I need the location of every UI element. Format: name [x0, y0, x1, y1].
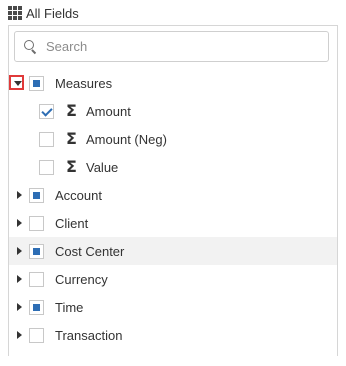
header-title: All Fields — [26, 5, 79, 21]
tree-row-amount[interactable]: Σ Amount — [9, 97, 337, 125]
checkbox-account[interactable] — [29, 188, 44, 203]
tree-row-currency[interactable]: Currency — [9, 265, 337, 293]
sigma-icon: Σ — [66, 129, 77, 148]
checkbox-currency[interactable] — [29, 272, 44, 287]
tree-label-account: Account — [55, 188, 102, 203]
sigma-icon: Σ — [66, 157, 77, 176]
field-panel-header: All Fields — [8, 5, 79, 21]
tree-row-client[interactable]: Client — [9, 209, 337, 237]
search-icon — [24, 39, 38, 54]
checkbox-time[interactable] — [29, 300, 44, 315]
checkbox-measures[interactable] — [29, 76, 44, 91]
chevron-right-icon[interactable] — [17, 303, 22, 311]
checkbox-amount[interactable] — [39, 104, 54, 119]
chevron-right-icon[interactable] — [17, 191, 22, 199]
field-list-panel: Measures Σ Amount Σ Amount (Neg) Σ Value… — [8, 25, 338, 356]
tree-label-measures: Measures — [55, 76, 113, 91]
collapse-toggle[interactable] — [9, 75, 24, 90]
checkbox-amount-neg[interactable] — [39, 132, 54, 147]
tree-row-account[interactable]: Account — [9, 181, 337, 209]
checkbox-cost-center[interactable] — [29, 244, 44, 259]
tree-label-cost-center: Cost Center — [55, 244, 125, 259]
chevron-right-icon[interactable] — [17, 331, 22, 339]
chevron-down-icon — [14, 81, 22, 86]
tree-row-value[interactable]: Σ Value — [9, 153, 337, 181]
tree-label-currency: Currency — [55, 272, 108, 287]
tree-label-amount-neg: Amount (Neg) — [86, 132, 167, 147]
search-box[interactable] — [14, 31, 329, 62]
tree-label-client: Client — [55, 216, 89, 231]
tree-label-value: Value — [86, 160, 119, 175]
chevron-right-icon[interactable] — [17, 219, 22, 227]
tree-row-measures[interactable]: Measures — [9, 69, 337, 97]
checkbox-client[interactable] — [29, 216, 44, 231]
tree-row-transaction[interactable]: Transaction — [9, 321, 337, 349]
tree-row-cost-center[interactable]: Cost Center — [9, 237, 337, 265]
chevron-right-icon[interactable] — [17, 275, 22, 283]
tree-row-time[interactable]: Time — [9, 293, 337, 321]
chevron-right-icon[interactable] — [17, 247, 22, 255]
tree-label-transaction: Transaction — [55, 328, 123, 343]
grid-icon — [8, 6, 22, 20]
tree-row-clipped — [9, 349, 337, 356]
checkbox-value[interactable] — [39, 160, 54, 175]
checkbox-transaction[interactable] — [29, 328, 44, 343]
tree-row-amount-neg[interactable]: Σ Amount (Neg) — [9, 125, 337, 153]
tree-label-time: Time — [55, 300, 84, 315]
search-input[interactable] — [44, 38, 318, 55]
tree-label-amount: Amount — [86, 104, 131, 119]
sigma-icon: Σ — [66, 101, 77, 120]
